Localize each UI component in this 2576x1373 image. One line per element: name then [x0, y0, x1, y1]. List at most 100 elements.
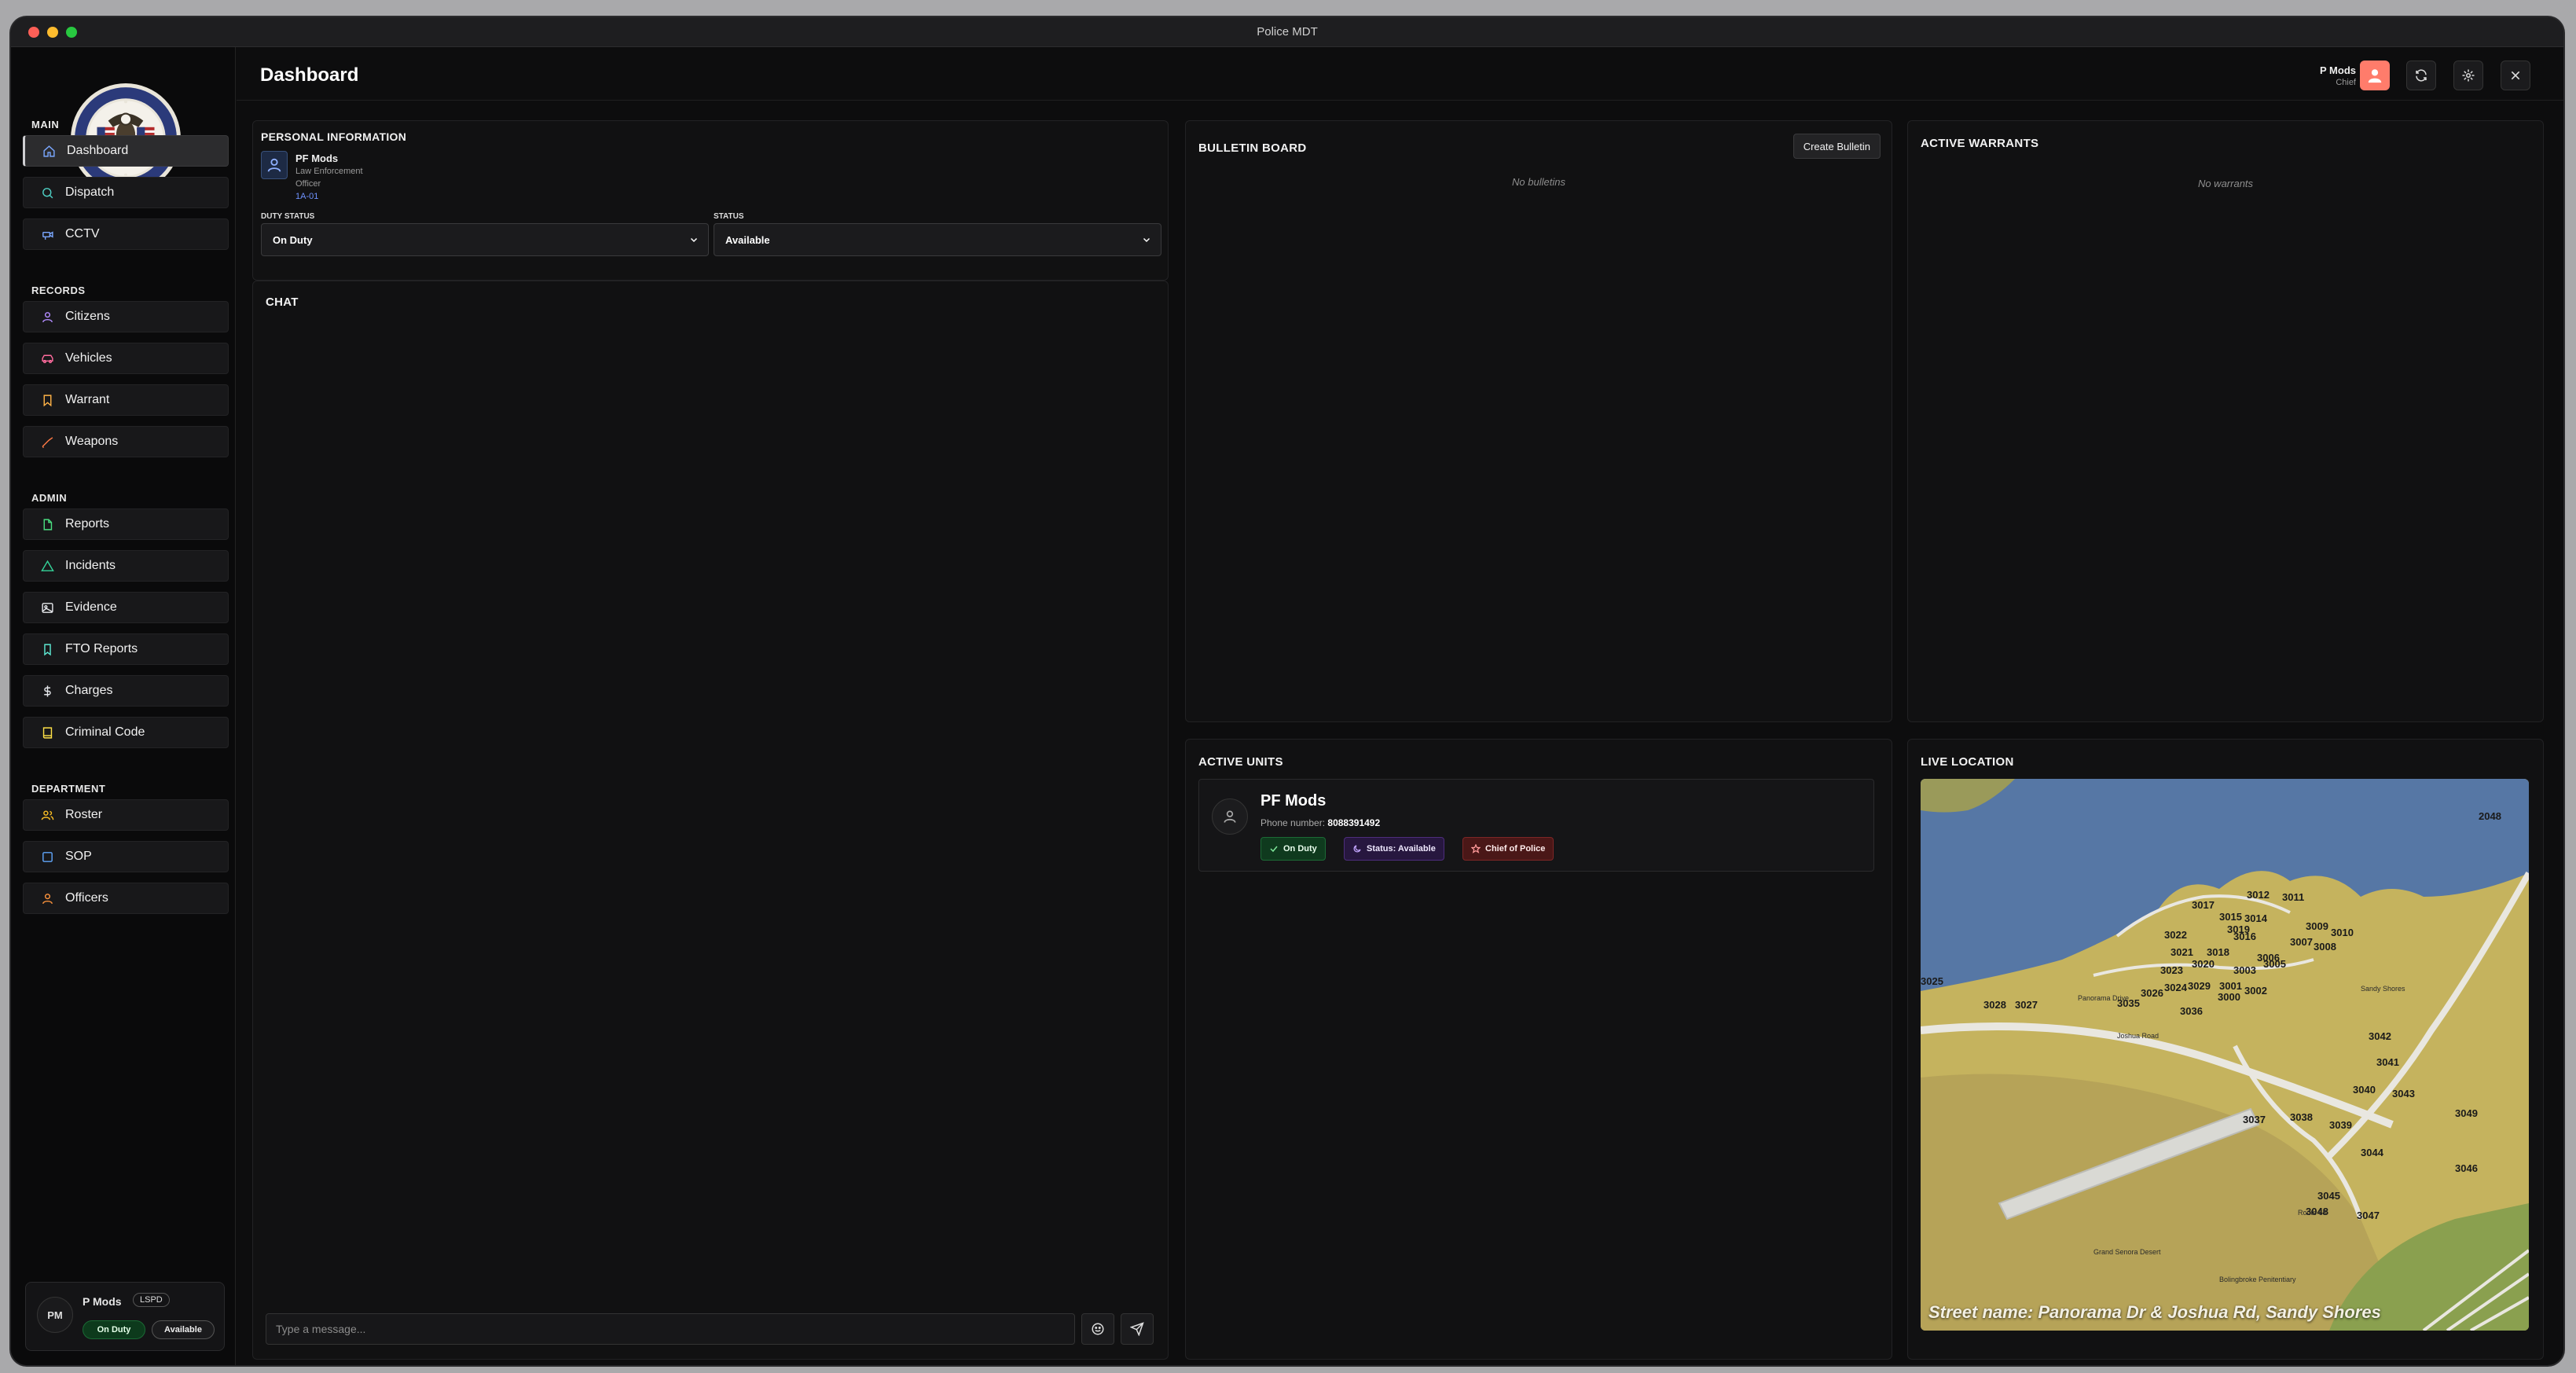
- nav-item-sop[interactable]: SOP: [23, 841, 229, 872]
- map-label: 3044: [2361, 1147, 2384, 1158]
- weapon-icon: [42, 436, 53, 448]
- phone-number: 8088391492: [1327, 817, 1381, 828]
- nav-item-cctv[interactable]: CCTV: [23, 218, 229, 250]
- close-icon: [2511, 71, 2520, 80]
- bookmark-icon: [44, 643, 51, 655]
- nav-item-officers[interactable]: Officers: [23, 883, 229, 914]
- duty-status-badge: On Duty: [83, 1320, 145, 1339]
- nav-heading-main: MAIN: [31, 119, 60, 130]
- nav-item-dispatch[interactable]: Dispatch: [23, 177, 229, 208]
- document-icon: [43, 518, 53, 530]
- window-controls: [28, 27, 77, 38]
- nav-item-incidents[interactable]: Incidents: [23, 550, 229, 582]
- map-label: 3009: [2306, 920, 2328, 932]
- titlebar: Police MDT: [11, 17, 2563, 47]
- maximize-window-button[interactable]: [66, 27, 77, 38]
- nav-heading-records: RECORDS: [31, 285, 86, 296]
- map-label: 3037: [2243, 1114, 2266, 1125]
- user-icon: [1224, 810, 1236, 823]
- dollar-icon: [44, 685, 51, 697]
- nav-item-label: Charges: [65, 684, 113, 697]
- emoji-button[interactable]: [1081, 1313, 1114, 1345]
- duty-status-select[interactable]: On Duty: [261, 223, 709, 256]
- profile-avatar-button[interactable]: [2360, 61, 2390, 90]
- header-user-rank: Chief: [2336, 78, 2356, 87]
- nav-item-evidence[interactable]: Evidence: [23, 592, 229, 623]
- bookmark-icon: [43, 394, 52, 406]
- nav-item-roster[interactable]: Roster: [23, 799, 229, 831]
- map-label: 3045: [2317, 1190, 2340, 1202]
- star-icon: [1471, 844, 1481, 854]
- nav-item-weapons[interactable]: Weapons: [23, 426, 229, 457]
- user-icon: [42, 311, 53, 322]
- nav-item-dashboard[interactable]: Dashboard: [23, 135, 229, 167]
- nav-item-label: Dispatch: [65, 185, 115, 199]
- duty-badge: On Duty: [1260, 837, 1326, 861]
- close-button[interactable]: [2501, 61, 2530, 90]
- users-icon: [41, 809, 54, 820]
- live-map[interactable]: 2048 3017 3012 3011 3019 3015 3014 3022 3016 3009…: [1921, 779, 2529, 1331]
- map-label: 3015: [2219, 911, 2242, 923]
- panel-title: CHAT: [266, 296, 299, 309]
- close-window-button[interactable]: [28, 27, 39, 38]
- current-user-card[interactable]: PM P Mods LSPD On Duty Available: [25, 1282, 225, 1351]
- map-label: 3041: [2376, 1056, 2399, 1068]
- theme-toggle-button[interactable]: [2453, 61, 2483, 90]
- nav-item-label: Reports: [65, 517, 110, 530]
- unit-phone: Phone number: 8088391492: [1260, 817, 1380, 828]
- chat-message-input[interactable]: [266, 1313, 1075, 1345]
- nav-item-fto-reports[interactable]: FTO Reports: [23, 633, 229, 665]
- nav-item-charges[interactable]: Charges: [23, 675, 229, 707]
- map-canvas[interactable]: 204830173012 301130193015 30143022 30163009…: [1921, 779, 2529, 1331]
- map-label: 3020: [2192, 958, 2215, 970]
- map-label: 3005: [2263, 958, 2286, 970]
- map-label: 3049: [2455, 1107, 2478, 1119]
- status-label: STATUS: [714, 212, 744, 221]
- moon-icon: [1353, 845, 1361, 853]
- empty-state-text: No warrants: [2197, 178, 2254, 189]
- availability-badge: Available: [152, 1320, 215, 1339]
- map-label: 3001: [2219, 980, 2242, 992]
- create-bulletin-button[interactable]: Create Bulletin: [1793, 134, 1881, 159]
- status-badge: Status: Available: [1344, 837, 1444, 861]
- nav-item-label: Roster: [65, 808, 103, 821]
- nav-item-label: Citizens: [65, 310, 110, 323]
- map-label: 3022: [2164, 929, 2187, 941]
- map-label: 3024: [2164, 982, 2188, 993]
- map-label: 3002: [2244, 985, 2267, 997]
- send-message-button[interactable]: [1121, 1313, 1154, 1345]
- map-label: 3014: [2244, 912, 2268, 924]
- panel-title: LIVE LOCATION: [1921, 755, 2014, 769]
- map-label: 3028: [1983, 999, 2006, 1011]
- map-label: 3003: [2233, 964, 2256, 976]
- warning-triangle-icon: [41, 560, 54, 571]
- nav-item-label: CCTV: [65, 227, 100, 240]
- map-label: 3017: [2192, 899, 2215, 911]
- active-units-panel: ACTIVE UNITS PF Mods Phone number: 80883…: [1185, 739, 1892, 1360]
- live-location-panel: LIVE LOCATION 2048 3017 3012 3011 3019 3015 30…: [1907, 739, 2544, 1360]
- nav-item-label: Evidence: [65, 600, 117, 614]
- header: Dashboard P Mods Chief: [237, 47, 2563, 101]
- map-label: 3008: [2314, 941, 2336, 953]
- minimize-window-button[interactable]: [47, 27, 58, 38]
- refresh-button[interactable]: [2406, 61, 2436, 90]
- car-icon: [42, 354, 53, 363]
- nav-item-label: Officers: [65, 891, 108, 905]
- nav-item-warrant[interactable]: Warrant: [23, 384, 229, 416]
- nav-item-reports[interactable]: Reports: [23, 508, 229, 540]
- map-label: 3021: [2171, 946, 2193, 958]
- map-label: 3016: [2233, 931, 2256, 942]
- status-select[interactable]: Available: [714, 223, 1161, 256]
- nav-item-criminal-code[interactable]: Criminal Code: [23, 717, 229, 748]
- user-icon: [42, 893, 53, 904]
- unit-card[interactable]: PF Mods Phone number: 8088391492 On Duty…: [1198, 779, 1874, 872]
- map-label: 3018: [2207, 946, 2229, 958]
- officer-icon: [261, 151, 288, 179]
- image-icon: [42, 602, 53, 613]
- map-place-label: Grand Senora Desert: [2093, 1248, 2161, 1256]
- nav-item-citizens[interactable]: Citizens: [23, 301, 229, 332]
- nav-item-vehicles[interactable]: Vehicles: [23, 343, 229, 374]
- map-place-label: Route 68: [2298, 1209, 2327, 1217]
- officer-department: Law Enforcement: [295, 167, 363, 176]
- map-label: 3029: [2188, 980, 2211, 992]
